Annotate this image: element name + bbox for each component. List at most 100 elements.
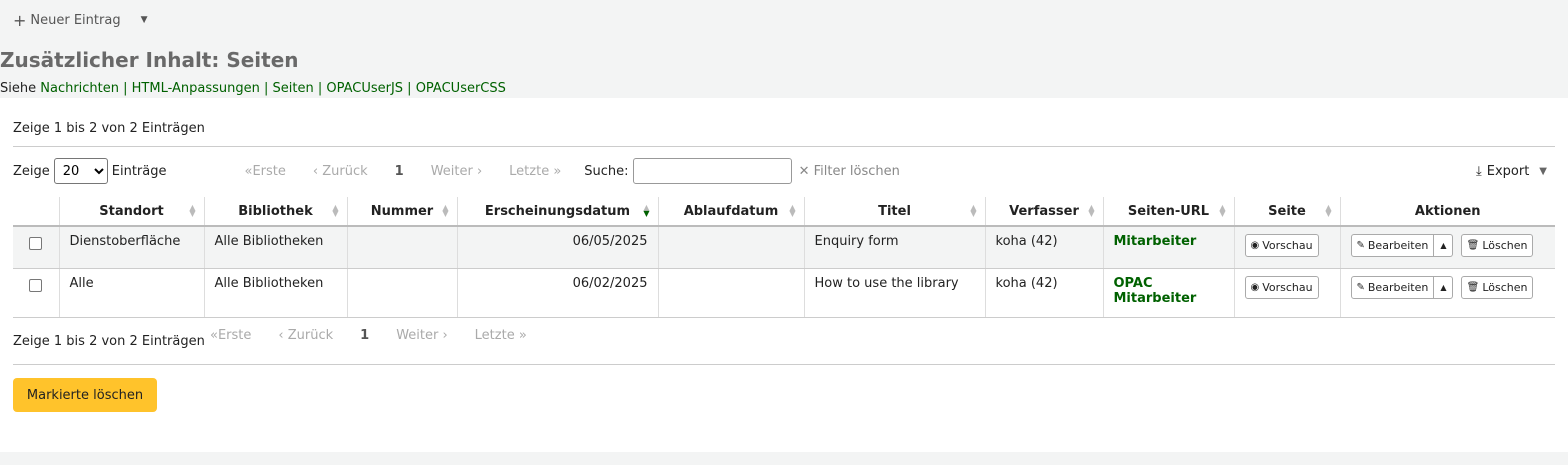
sort-icon: ▲ ▼ <box>332 203 339 218</box>
trash-icon: 🗑 <box>1466 281 1480 293</box>
column-header[interactable]: Nummer ▲ ▼ <box>346 197 457 227</box>
show-label: Zeige <box>13 163 50 179</box>
export-button[interactable]: ⤓ Export ▼ <box>1476 164 1547 179</box>
column-header[interactable]: Ablaufdatum ▲ ▼ <box>657 197 804 227</box>
column-header: Aktionen <box>1339 197 1555 227</box>
see-also-links: Siehe Nachrichten | HTML-Anpassungen | S… <box>0 81 506 96</box>
location-cell: Alle <box>58 268 204 318</box>
last-page-link[interactable]: Letzte » <box>475 328 527 343</box>
expires-cell <box>657 268 804 318</box>
pagination-bottom: «Erste ‹ Zurück 1 Weiter › Letzte » <box>210 328 554 343</box>
sort-icon: ▲ ▼ <box>970 203 977 218</box>
last-page-link[interactable]: Letzte » <box>509 164 561 179</box>
table-controls: Zeige 20 Einträge «Erste ‹ Zurück 1 Weit… <box>13 158 1555 184</box>
new-entry-label: Neuer Eintrag <box>30 12 121 28</box>
trash-icon: 🗑 <box>1466 240 1480 251</box>
row-checkbox[interactable] <box>29 237 43 250</box>
table-row: Alle Alle Bibliotheken 06/02/2025 How to… <box>13 268 1555 318</box>
search-label: Suche: <box>584 163 629 179</box>
pencil-icon: ✎ <box>1356 240 1365 251</box>
actions-cell: ✎ Bearbeiten ▲ 🗑 Löschen <box>1339 268 1555 318</box>
new-entry-button[interactable]: + Neuer Eintrag ▼ <box>13 10 148 30</box>
chevron-down-icon: ▼ <box>1539 165 1547 177</box>
column-header[interactable]: Erscheinungsdatum ▲ ▼ <box>456 197 658 227</box>
page-url-link[interactable]: Mitarbeiter <box>1114 291 1224 306</box>
edit-button[interactable]: ✎ Bearbeiten <box>1350 234 1435 257</box>
author-cell: koha (42) <box>984 226 1103 269</box>
sort-icon: ▲ ▼ <box>1325 203 1332 218</box>
expires-cell <box>657 226 804 269</box>
column-header[interactable]: Seite ▲ ▼ <box>1233 197 1340 227</box>
divider <box>13 146 1555 147</box>
delete-marked-button[interactable]: Markierte löschen <box>13 378 157 412</box>
prev-page-link[interactable]: ‹ Zurück <box>313 164 368 179</box>
page-cell: ◉ Vorschau <box>1233 268 1340 318</box>
page-url-link[interactable]: OPAC <box>1114 276 1224 291</box>
preview-button[interactable]: ◉ Vorschau <box>1244 275 1319 299</box>
author-cell: koha (42) <box>984 268 1103 318</box>
first-page-link[interactable]: «Erste <box>210 328 251 343</box>
current-page[interactable]: 1 <box>395 164 404 179</box>
search-input[interactable] <box>632 158 792 184</box>
library-cell: Alle Bibliotheken <box>203 268 347 318</box>
column-header[interactable]: Verfasser ▲ ▼ <box>984 197 1103 227</box>
number-cell <box>346 226 457 269</box>
entries-label: Einträge <box>111 163 167 179</box>
table-info: Zeige 1 bis 2 von 2 Einträgen <box>13 121 205 136</box>
actions-cell: ✎ Bearbeiten ▲ 🗑 Löschen <box>1339 226 1555 269</box>
preview-button[interactable]: ◉ Vorschau <box>1244 234 1319 257</box>
column-header[interactable]: Bibliothek ▲ ▼ <box>203 197 347 227</box>
delete-button[interactable]: 🗑 Löschen <box>1460 234 1534 257</box>
column-header[interactable]: Standort ▲ ▼ <box>58 197 204 227</box>
sort-icon: ▲ ▼ <box>189 203 196 218</box>
library-cell: Alle Bibliotheken <box>203 226 347 269</box>
divider <box>13 364 1555 365</box>
table-row: Dienstoberfläche Alle Bibliotheken 06/05… <box>13 226 1555 269</box>
next-page-link[interactable]: Weiter › <box>396 328 447 343</box>
edit-button[interactable]: ✎ Bearbeiten <box>1350 275 1435 299</box>
eye-icon: ◉ <box>1250 281 1260 293</box>
current-page[interactable]: 1 <box>360 328 369 343</box>
see-also-link-list[interactable]: Nachrichten | HTML-Anpassungen | Seiten … <box>40 81 506 96</box>
plus-icon: + <box>13 10 27 30</box>
published-cell: 06/02/2025 <box>456 268 658 318</box>
page-title: Zusätzlicher Inhalt: Seiten <box>0 48 299 72</box>
edit-dropdown-toggle[interactable]: ▲ <box>1434 234 1454 257</box>
pagination: «Erste ‹ Zurück 1 Weiter › Letzte » <box>245 164 589 179</box>
see-also-prefix: Siehe <box>0 81 37 96</box>
sort-icon: ▲ ▼ <box>442 203 449 218</box>
page-url-link[interactable]: Mitarbeiter <box>1114 234 1224 249</box>
sort-icon: ▲ ▼ <box>643 203 650 218</box>
sort-icon: ▲ ▼ <box>1088 203 1095 218</box>
close-icon: ✕ <box>798 163 814 179</box>
number-cell <box>346 268 457 318</box>
prev-page-link[interactable]: ‹ Zurück <box>278 328 333 343</box>
clear-filter-label: Filter löschen <box>813 163 900 179</box>
sort-icon: ▲ ▼ <box>1219 203 1226 218</box>
edit-dropdown-toggle[interactable]: ▲ <box>1434 275 1454 299</box>
select-column-header <box>13 197 59 227</box>
next-page-link[interactable]: Weiter › <box>431 164 482 179</box>
title-cell: How to use the library <box>803 268 985 318</box>
url-cell: Mitarbeiter <box>1102 226 1234 269</box>
published-cell: 06/05/2025 <box>456 226 658 269</box>
title-cell: Enquiry form <box>803 226 985 269</box>
first-page-link[interactable]: «Erste <box>245 164 286 179</box>
url-cell: OPAC Mitarbeiter <box>1102 268 1234 318</box>
export-label: Export <box>1486 163 1530 179</box>
row-checkbox[interactable] <box>29 278 43 292</box>
chevron-down-icon[interactable]: ▼ <box>141 15 148 25</box>
clear-filter-button[interactable]: ✕ Filter löschen <box>799 164 900 179</box>
pencil-icon: ✎ <box>1356 281 1365 293</box>
delete-button[interactable]: 🗑 Löschen <box>1460 275 1534 299</box>
table-info-bottom: Zeige 1 bis 2 von 2 Einträgen <box>13 334 205 349</box>
column-header[interactable]: Titel ▲ ▼ <box>803 197 985 227</box>
location-cell: Dienstoberfläche <box>58 226 204 269</box>
download-icon: ⤓ <box>1475 163 1482 179</box>
page-size-select[interactable]: 20 <box>53 158 108 184</box>
pages-table: Standort ▲ ▼ Bibliothek ▲ ▼ Nummer ▲ ▼ Erschei… <box>13 197 1555 318</box>
page-cell: ◉ Vorschau <box>1233 226 1340 269</box>
eye-icon: ◉ <box>1250 240 1260 251</box>
column-header[interactable]: Seiten-URL ▲ ▼ <box>1102 197 1234 227</box>
sort-icon: ▲ ▼ <box>789 203 796 218</box>
